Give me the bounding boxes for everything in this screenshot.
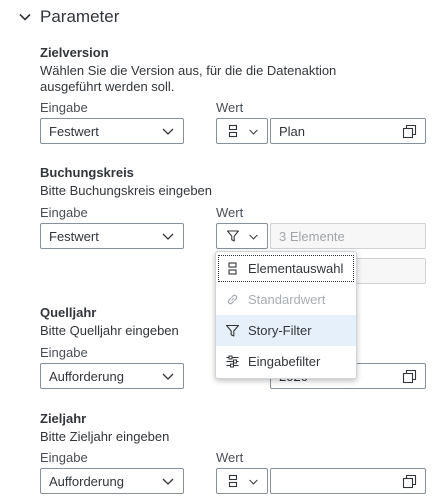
parameter-section-header[interactable]: Parameter	[18, 6, 119, 28]
eingabe-label: Eingabe	[40, 100, 88, 115]
chevron-down-icon	[248, 479, 258, 485]
eingabe-label: Eingabe	[40, 345, 88, 360]
menu-item-story-filter[interactable]: Story-Filter	[216, 315, 356, 346]
chevron-down-icon	[162, 128, 174, 135]
value-field-zieljahr[interactable]	[270, 468, 426, 494]
link-icon	[227, 294, 238, 305]
param-description-zieljahr: Bitte Zieljahr eingeben	[40, 429, 170, 444]
wert-label: Wert	[216, 205, 244, 220]
wert-label: Wert	[216, 450, 244, 465]
menu-item-label: Elementauswahl	[248, 261, 344, 276]
value-field-buchungskreis-secondary	[345, 258, 426, 284]
value-field-buchungskreis: 3 Elemente	[270, 223, 426, 249]
section-title: Parameter	[40, 7, 120, 26]
chevron-down-icon	[162, 373, 174, 380]
menu-item-standardwert: Standardwert	[216, 284, 356, 315]
param-title-zielversion: Zielversion	[40, 45, 109, 60]
menu-item-label: Standardwert	[248, 292, 326, 307]
value-help-icon[interactable]	[402, 369, 417, 384]
param-description-zielversion: Wählen Sie die Version aus, für die die …	[40, 63, 337, 94]
menu-item-elementauswahl[interactable]: Elementauswahl	[216, 253, 356, 284]
chevron-down-icon	[19, 13, 31, 21]
value-field-zielversion[interactable]: Plan	[270, 118, 426, 144]
eingabe-select-quelljahr[interactable]: Aufforderung	[40, 363, 184, 389]
eingabe-value: Aufforderung	[49, 473, 124, 489]
menu-item-label: Eingabefilter	[248, 354, 321, 369]
value-help-icon[interactable]	[402, 474, 417, 489]
param-title-zieljahr: Zieljahr	[40, 411, 87, 426]
chevron-down-icon	[162, 478, 174, 485]
param-description-buchungskreis: Bitte Buchungskreis eingeben	[40, 183, 213, 198]
param-title-quelljahr: Quelljahr	[40, 305, 97, 320]
eingabe-label: Eingabe	[40, 205, 88, 220]
member-selection-icon	[228, 262, 237, 275]
param-description-quelljahr: Bitte Quelljahr eingeben	[40, 323, 179, 338]
wert-label: Wert	[216, 100, 244, 115]
value-help-icon[interactable]	[402, 124, 417, 139]
value-text: 3 Elemente	[279, 228, 345, 244]
eingabe-value: Festwert	[49, 123, 99, 139]
eingabe-label: Eingabe	[40, 450, 88, 465]
menu-item-eingabefilter[interactable]: Eingabefilter	[216, 346, 356, 377]
member-selection-icon	[228, 124, 237, 138]
menu-item-label: Story-Filter	[248, 323, 312, 338]
chevron-down-icon	[248, 234, 258, 240]
member-selection-icon	[228, 474, 237, 488]
value-type-button-zielversion[interactable]	[216, 118, 268, 144]
chevron-down-icon	[162, 233, 174, 240]
eingabe-select-zielversion[interactable]: Festwert	[40, 118, 184, 144]
eingabe-select-buchungskreis[interactable]: Festwert	[40, 223, 184, 249]
filter-icon	[225, 324, 240, 337]
eingabe-value: Festwert	[49, 228, 99, 244]
value-type-button-zieljahr[interactable]	[216, 468, 268, 494]
value-text: Plan	[279, 123, 306, 139]
value-type-menu: Elementauswahl Standardwert Story-Filter…	[215, 251, 357, 379]
eingabe-value: Aufforderung	[49, 368, 124, 384]
value-type-button-buchungskreis[interactable]	[216, 223, 268, 249]
param-title-buchungskreis: Buchungskreis	[40, 165, 134, 180]
chevron-down-icon	[248, 129, 258, 135]
input-filter-icon	[226, 355, 239, 368]
eingabe-select-zieljahr[interactable]: Aufforderung	[40, 468, 184, 494]
filter-icon	[226, 230, 239, 242]
